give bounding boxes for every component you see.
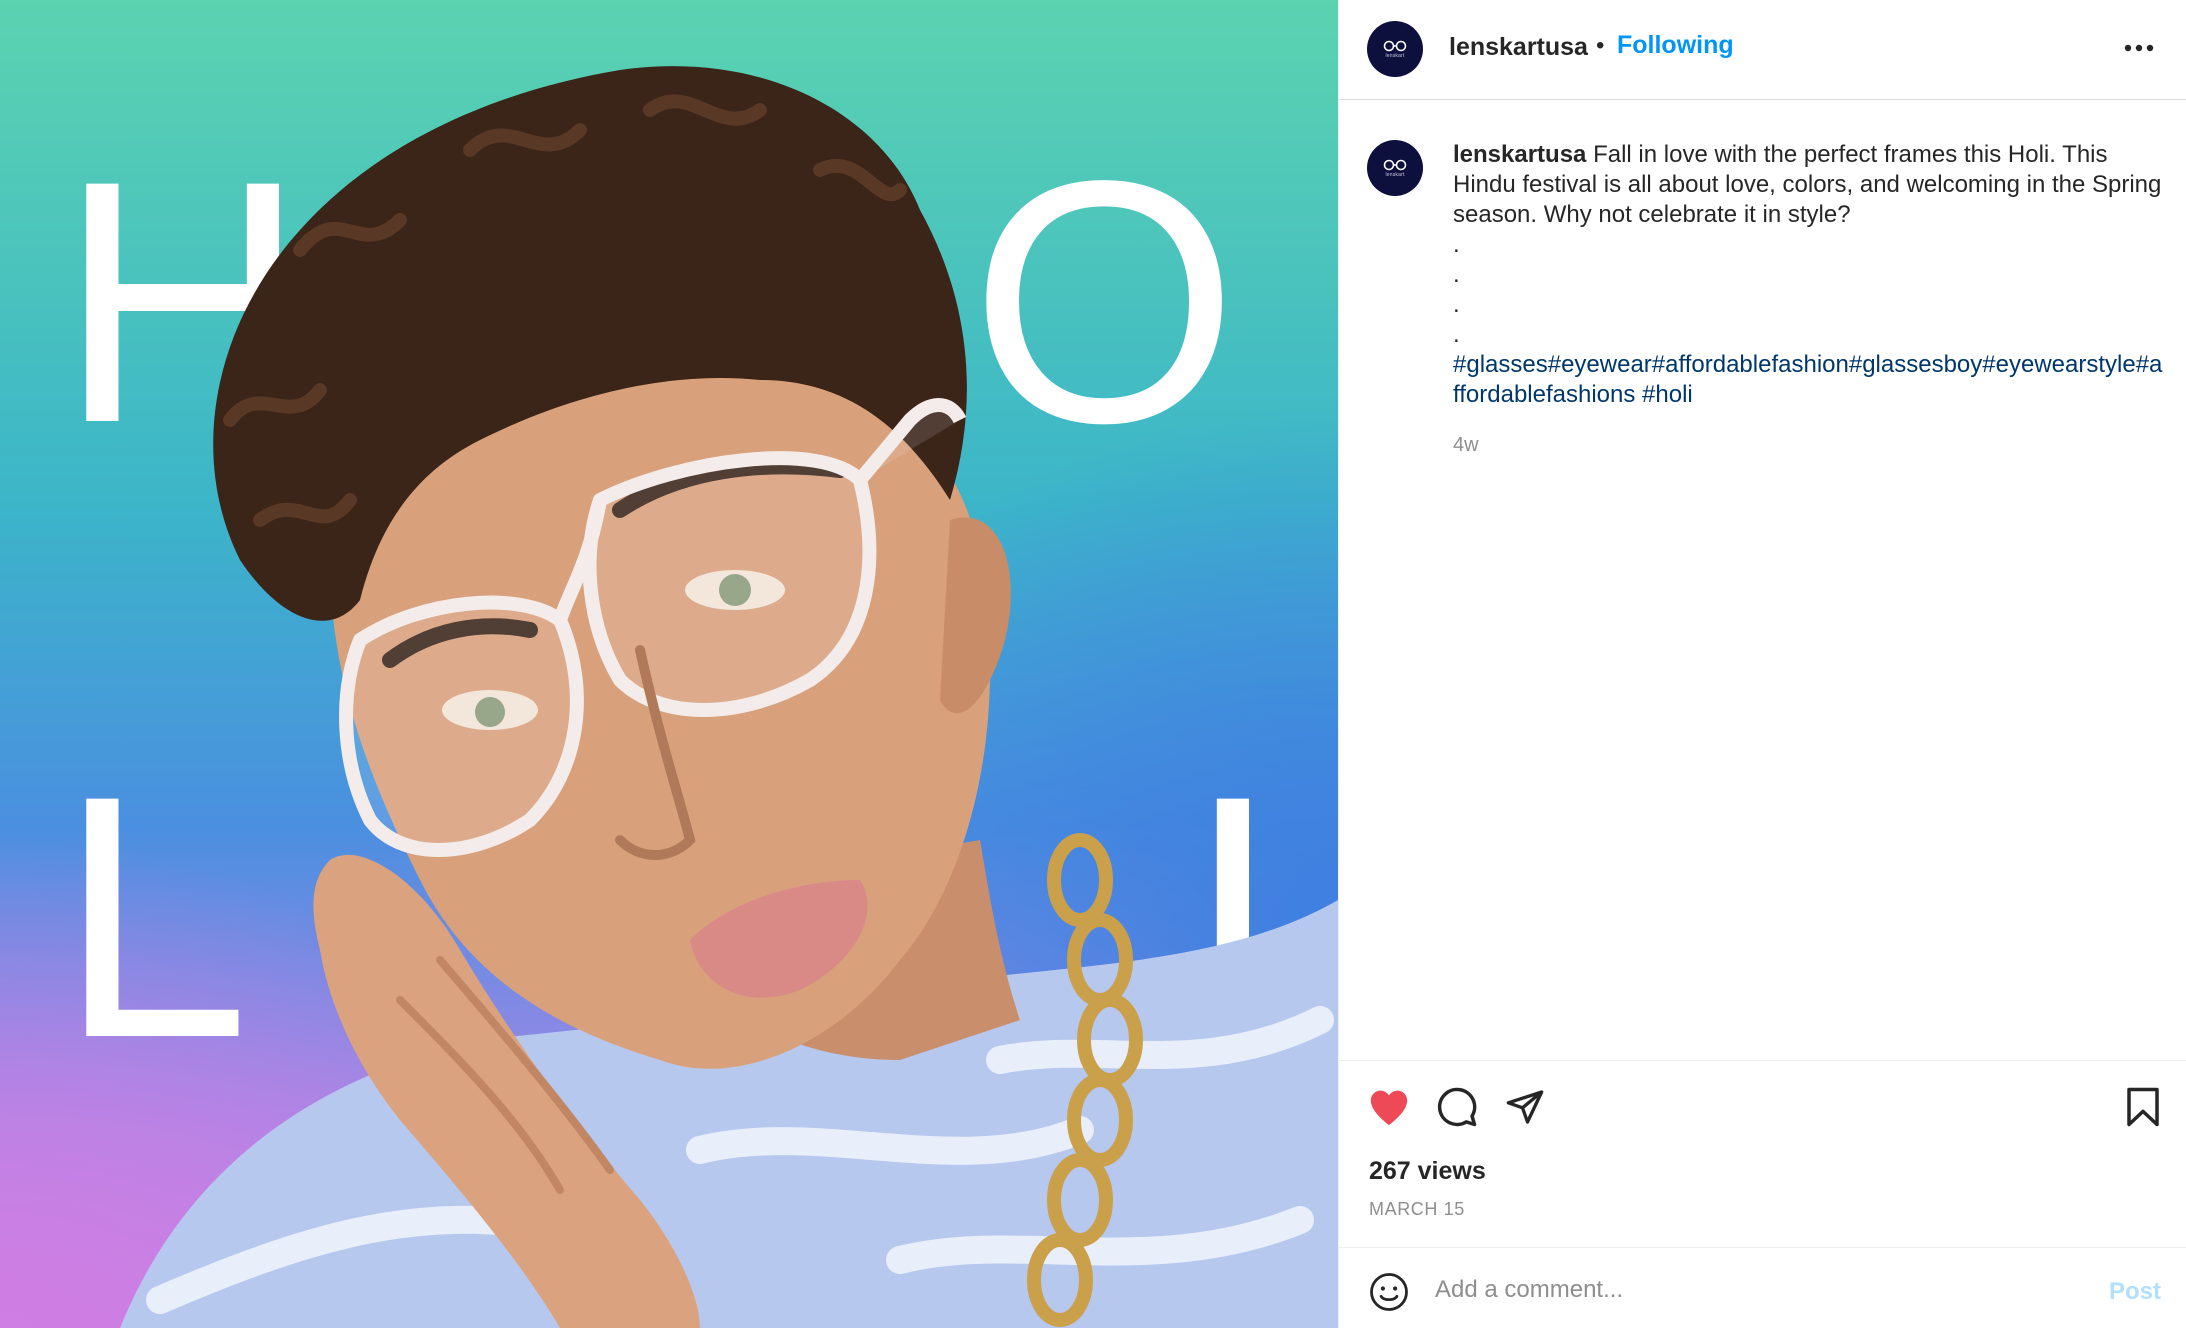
caption-username[interactable]: lenskartusa xyxy=(1453,141,1586,168)
hashtag-link[interactable]: #holi xyxy=(1635,381,1693,408)
view-count[interactable]: 267 views xyxy=(1369,1157,1486,1186)
bookmark-icon xyxy=(2127,1087,2159,1127)
emoji-icon xyxy=(1370,1273,1408,1311)
following-button[interactable]: Following xyxy=(1617,31,1734,60)
share-button[interactable] xyxy=(1501,1083,1549,1131)
avatar[interactable]: lenskart xyxy=(1367,21,1423,77)
caption-dot: . xyxy=(1453,321,1460,348)
avatar-brand-text: lenskart xyxy=(1385,52,1405,59)
comment-bar: Post xyxy=(1339,1248,2186,1328)
glasses-logo-icon xyxy=(1383,159,1407,170)
paper-plane-icon xyxy=(1506,1090,1544,1124)
post-time-ago[interactable]: 4w xyxy=(1453,434,1479,457)
model-portrait xyxy=(120,66,1338,1328)
caption-dot: . xyxy=(1453,231,1460,258)
post-details-panel: lenskart lenskartusa • Following lenskar… xyxy=(1338,0,2186,1328)
post-header: lenskart lenskartusa • Following xyxy=(1339,0,2186,100)
emoji-button[interactable] xyxy=(1367,1270,1411,1314)
header-username[interactable]: lenskartusa xyxy=(1449,33,1588,62)
caption-dots: . . . . xyxy=(1453,230,2163,350)
heart-filled-icon xyxy=(1370,1090,1408,1126)
hashtag-link[interactable]: #glasses xyxy=(1453,351,1548,378)
post-image[interactable]: H O L I xyxy=(0,0,1338,1328)
hashtag-link[interactable]: #eyewear xyxy=(1548,351,1652,378)
caption-text: lenskartusa Fall in love with the perfec… xyxy=(1453,140,2163,410)
hashtag-link[interactable]: #affordablefashion xyxy=(1652,351,1849,378)
hashtag-link[interactable]: #eyewearstyle xyxy=(1982,351,2135,378)
caption-dot: . xyxy=(1453,291,1460,318)
more-horizontal-icon xyxy=(2124,44,2154,52)
like-button[interactable] xyxy=(1365,1083,1413,1131)
caption-dot: . xyxy=(1453,261,1460,288)
separator-dot: • xyxy=(1596,32,1605,59)
hashtag-link[interactable]: #glassesboy xyxy=(1849,351,1982,378)
post-date: MARCH 15 xyxy=(1369,1199,1465,1219)
more-options-button[interactable] xyxy=(2119,30,2159,66)
glasses-logo-icon xyxy=(1383,40,1407,51)
caption-avatar[interactable]: lenskart xyxy=(1367,140,1423,196)
comment-icon xyxy=(1437,1087,1477,1127)
save-button[interactable] xyxy=(2119,1083,2167,1131)
comment-button[interactable] xyxy=(1433,1083,1481,1131)
caption-section: lenskart lenskartusa Fall in love with t… xyxy=(1339,100,2186,1060)
post-comment-button[interactable]: Post xyxy=(2109,1278,2161,1306)
post-actions: 267 views MARCH 15 xyxy=(1339,1060,2186,1248)
comment-input[interactable] xyxy=(1435,1266,2035,1314)
hashtag-list: #glasses#eyewear#affordablefashion#glass… xyxy=(1453,350,2163,410)
avatar-brand-text: lenskart xyxy=(1385,171,1405,178)
